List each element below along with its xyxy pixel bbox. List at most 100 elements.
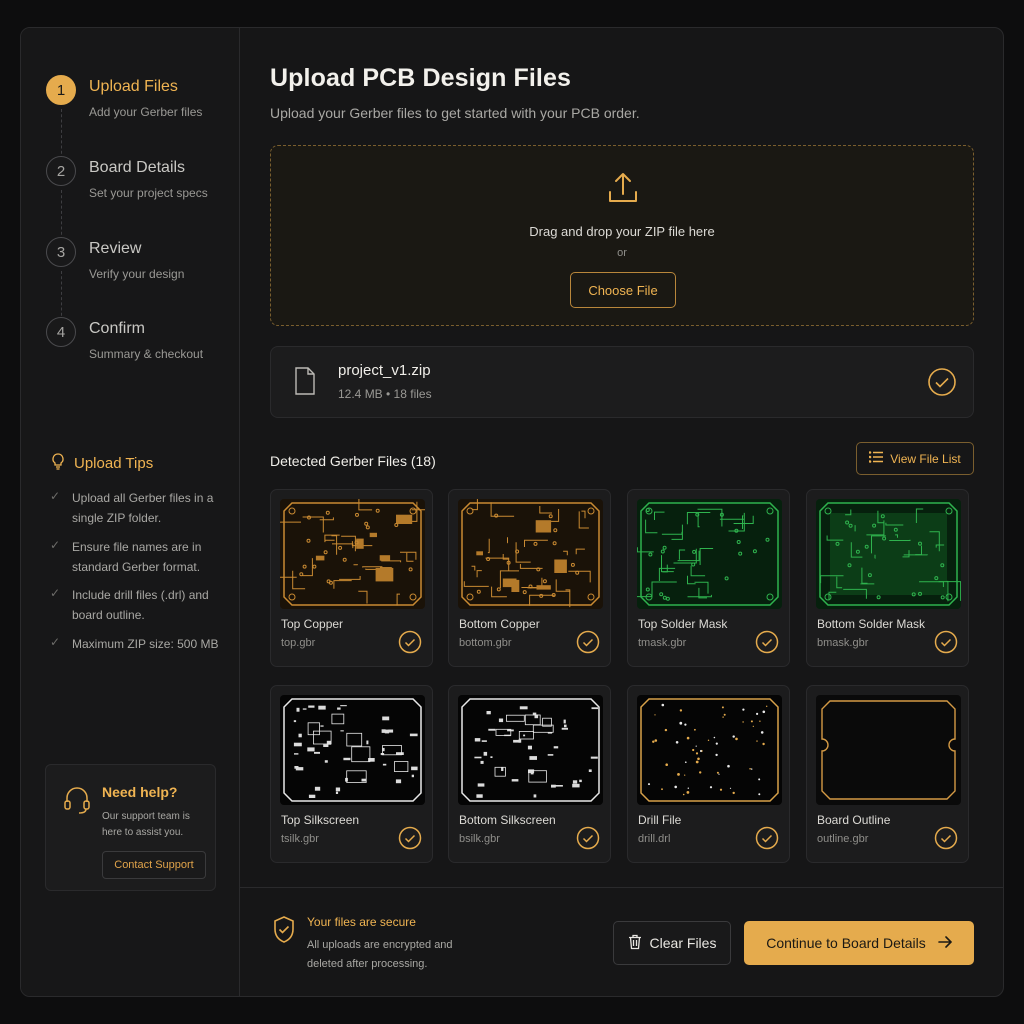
dropzone-text: Drag and drop your ZIP file here xyxy=(529,224,715,239)
step-title: Upload Files xyxy=(89,78,178,95)
contact-support-button[interactable]: Contact Support xyxy=(102,851,206,879)
upload-tips-title: Upload Tips xyxy=(74,454,154,472)
tip-text: Include drill files (.drl) and board out… xyxy=(72,588,209,622)
gerber-file-card[interactable]: Bottom Silkscreen bsilk.gbr xyxy=(448,685,611,863)
layer-filename: outline.gbr xyxy=(817,833,869,845)
layer-filename: drill.drl xyxy=(638,833,671,845)
layer-filename: top.gbr xyxy=(281,637,316,649)
footer-bar: Your files are secure All uploads are en… xyxy=(240,887,1003,996)
layer-name: Drill File xyxy=(638,813,682,827)
upload-tips-heading: Upload Tips xyxy=(50,452,153,474)
view-file-list-label: View File List xyxy=(890,451,961,466)
check-icon: ✓ xyxy=(50,489,61,503)
help-card: Need help? Our support team is here to a… xyxy=(45,764,216,891)
help-text: Our support team is here to assist you. xyxy=(102,811,190,838)
detected-files-title: Detected Gerber Files (18) xyxy=(270,453,436,469)
headset-icon xyxy=(63,785,91,820)
clear-files-label: Clear Files xyxy=(649,935,717,951)
tip-item: ✓ Ensure file names are in standard Gerb… xyxy=(50,537,230,577)
step-subtitle: Summary & checkout xyxy=(89,347,204,361)
secure-text: All uploads are encrypted and deleted af… xyxy=(307,939,453,970)
continue-button[interactable]: Continue to Board Details xyxy=(744,921,974,965)
lightbulb-icon xyxy=(50,452,66,474)
uploaded-file-meta: 12.4 MB • 18 files xyxy=(338,387,432,401)
choose-file-button[interactable]: Choose File xyxy=(570,272,676,308)
tip-item: ✓ Upload all Gerber files in a single ZI… xyxy=(50,488,230,528)
tip-item: ✓ Maximum ZIP size: 500 MB xyxy=(50,634,230,654)
check-circle-icon xyxy=(927,367,957,402)
step-subtitle: Set your project specs xyxy=(89,186,208,200)
gerber-file-card[interactable]: Bottom Solder Mask bmask.gbr xyxy=(806,489,969,667)
help-title: Need help? xyxy=(102,784,178,800)
tip-text: Upload all Gerber files in a single ZIP … xyxy=(72,491,214,525)
check-icon: ✓ xyxy=(50,538,61,552)
upload-icon xyxy=(607,170,639,211)
check-circle-icon xyxy=(398,630,422,659)
layer-name: Board Outline xyxy=(817,813,891,827)
check-icon: ✓ xyxy=(50,586,61,600)
layer-filename: tmask.gbr xyxy=(638,637,687,649)
layer-filename: bsilk.gbr xyxy=(459,833,500,845)
step-number: 4 xyxy=(46,317,76,347)
step-number: 1 xyxy=(46,75,76,105)
layer-preview xyxy=(458,695,603,805)
clear-files-button[interactable]: Clear Files xyxy=(613,921,731,965)
layer-filename: tsilk.gbr xyxy=(281,833,319,845)
check-circle-icon xyxy=(755,630,779,659)
step-connector xyxy=(61,109,62,159)
tip-text: Maximum ZIP size: 500 MB xyxy=(72,637,219,651)
check-circle-icon xyxy=(398,826,422,855)
layer-preview xyxy=(280,695,425,805)
check-circle-icon xyxy=(576,630,600,659)
layer-preview xyxy=(816,499,961,609)
layer-name: Top Silkscreen xyxy=(281,813,360,827)
layer-name: Top Solder Mask xyxy=(638,617,728,631)
continue-label: Continue to Board Details xyxy=(766,935,926,951)
gerber-file-card[interactable]: Board Outline outline.gbr xyxy=(806,685,969,863)
step-title: Board Details xyxy=(89,159,186,176)
app-window: 1 Upload Files Add your Gerber files 2 B… xyxy=(20,27,1004,997)
gerber-file-card[interactable]: Bottom Copper bottom.gbr xyxy=(448,489,611,667)
check-circle-icon xyxy=(934,630,958,659)
step-connector xyxy=(61,190,62,240)
layer-name: Bottom Solder Mask xyxy=(817,617,926,631)
step-number: 2 xyxy=(46,156,76,186)
view-file-list-button[interactable]: View File List xyxy=(856,442,974,475)
file-icon xyxy=(293,366,317,401)
layer-preview xyxy=(280,499,425,609)
sidebar: 1 Upload Files Add your Gerber files 2 B… xyxy=(21,28,240,996)
trash-icon xyxy=(628,934,642,953)
layer-preview xyxy=(637,499,782,609)
step-subtitle: Verify your design xyxy=(89,267,185,281)
step-number: 3 xyxy=(46,237,76,267)
page-subtitle: Upload your Gerber files to get started … xyxy=(270,105,640,121)
dropzone-or: or xyxy=(617,247,627,259)
file-dropzone[interactable]: Drag and drop your ZIP file here or Choo… xyxy=(270,145,974,326)
step-title: Review xyxy=(89,240,142,257)
gerber-file-card[interactable]: Drill File drill.drl xyxy=(627,685,790,863)
list-icon xyxy=(868,451,884,466)
page-title: Upload PCB Design Files xyxy=(270,64,571,92)
shield-check-icon xyxy=(272,915,296,950)
layer-name: Top Copper xyxy=(281,617,344,631)
uploaded-file-name: project_v1.zip xyxy=(338,362,431,379)
layer-preview xyxy=(637,695,782,805)
layer-preview xyxy=(816,695,961,805)
step-title: Confirm xyxy=(89,320,146,337)
layer-preview xyxy=(458,499,603,609)
layer-filename: bmask.gbr xyxy=(817,637,869,649)
gerber-file-card[interactable]: Top Solder Mask tmask.gbr xyxy=(627,489,790,667)
check-circle-icon xyxy=(934,826,958,855)
check-icon: ✓ xyxy=(50,635,61,649)
check-circle-icon xyxy=(576,826,600,855)
layer-filename: bottom.gbr xyxy=(459,637,512,649)
gerber-file-card[interactable]: Top Silkscreen tsilk.gbr xyxy=(270,685,433,863)
arrow-right-icon xyxy=(937,935,952,951)
gerber-file-card[interactable]: Top Copper top.gbr xyxy=(270,489,433,667)
layer-name: Bottom Silkscreen xyxy=(459,813,556,827)
step-connector xyxy=(61,271,62,321)
step-subtitle: Add your Gerber files xyxy=(89,105,203,119)
secure-title: Your files are secure xyxy=(307,915,416,929)
layer-name: Bottom Copper xyxy=(459,617,540,631)
check-circle-icon xyxy=(755,826,779,855)
